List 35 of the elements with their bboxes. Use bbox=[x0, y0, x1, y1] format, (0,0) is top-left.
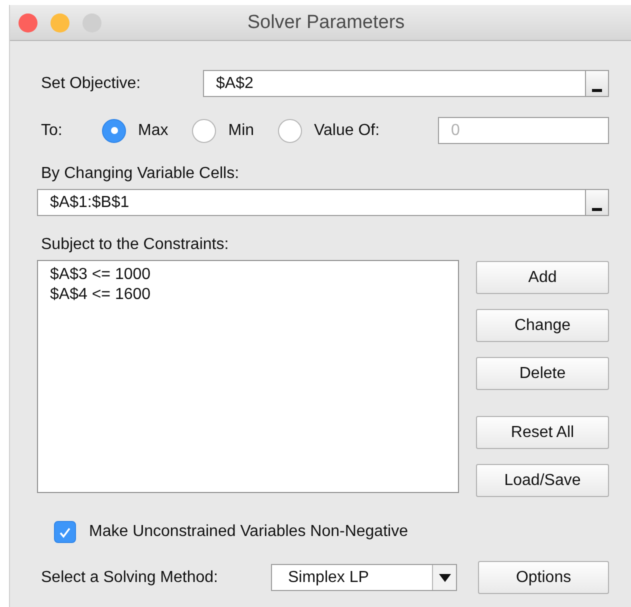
radio-label: Min bbox=[228, 122, 254, 140]
bar-icon bbox=[592, 89, 602, 92]
minimize-icon[interactable] bbox=[50, 12, 70, 32]
close-icon[interactable] bbox=[18, 12, 38, 32]
radio-button[interactable] bbox=[102, 118, 126, 142]
radio-button[interactable] bbox=[192, 118, 216, 142]
range-select-button[interactable] bbox=[585, 189, 609, 216]
range-select-button[interactable] bbox=[585, 70, 609, 97]
to-label: To: bbox=[40, 122, 64, 140]
constraint-button[interactable]: Delete bbox=[476, 357, 609, 390]
constraints-label: Subject to the Constraints: bbox=[40, 236, 229, 254]
constraint-button[interactable]: Change bbox=[476, 309, 609, 342]
objective-label: Set Objective: bbox=[40, 74, 142, 92]
constraint-button[interactable]: Reset All bbox=[476, 416, 609, 449]
radio-button[interactable] bbox=[278, 118, 302, 142]
window-title: Solver Parameters bbox=[246, 12, 406, 34]
constraint-button[interactable]: Load/Save bbox=[476, 464, 609, 497]
constraint-item[interactable]: $A$4 <= 1600 bbox=[50, 285, 446, 305]
radio-label: Value Of: bbox=[314, 122, 380, 140]
constraint-item[interactable]: $A$3 <= 1000 bbox=[50, 265, 446, 285]
zoom-icon[interactable] bbox=[82, 12, 102, 32]
checkbox[interactable] bbox=[54, 521, 76, 543]
value-of-field[interactable]: 0 bbox=[438, 117, 609, 144]
dropdown-arrow-icon bbox=[438, 574, 451, 582]
check-icon bbox=[59, 526, 71, 538]
checkbox-label: Make Unconstrained Variables Non-Negative bbox=[89, 523, 408, 541]
variable-cells-label: By Changing Variable Cells: bbox=[40, 165, 240, 183]
radio-label: Max bbox=[138, 122, 168, 140]
method-label: Select a Solving Method: bbox=[40, 568, 219, 586]
bar-icon bbox=[592, 208, 602, 211]
constraint-button[interactable]: Add bbox=[476, 261, 609, 294]
method-dropdown[interactable]: Simplex LP bbox=[271, 564, 458, 591]
options-button[interactable]: Options bbox=[478, 561, 609, 594]
variable-cells-field[interactable]: $A$1:$B$1 bbox=[37, 189, 585, 216]
objective-field[interactable]: $A$2 bbox=[203, 70, 585, 97]
